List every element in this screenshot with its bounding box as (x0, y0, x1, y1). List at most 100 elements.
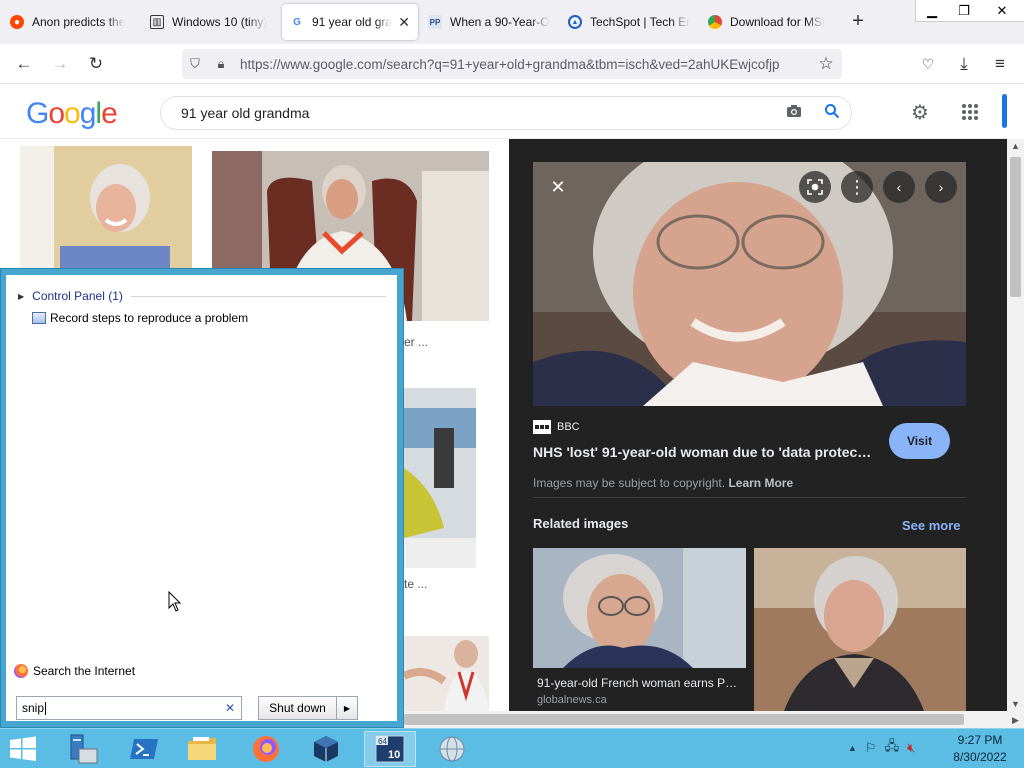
result-image-4[interactable] (404, 636, 489, 711)
pocket-icon[interactable]: ♡ (916, 52, 940, 76)
win10-tiny-vm-icon[interactable]: 64 10 (364, 731, 416, 767)
lens-search-icon[interactable] (799, 171, 831, 203)
download-icon[interactable]: ⤓ (952, 52, 976, 76)
bbc-logo-icon (533, 420, 551, 434)
search-internet-label: Search the Internet (33, 664, 136, 678)
related-image-1[interactable] (533, 548, 746, 668)
reload-icon[interactable]: ↻ (84, 52, 108, 76)
pp-icon: PP (428, 15, 442, 29)
network-globe-icon[interactable] (426, 731, 478, 767)
close-preview-icon[interactable]: ✕ (542, 171, 574, 203)
url-bar[interactable]: ⛉ 🔒︎ https://www.google.com/search?q=91+… (182, 49, 842, 79)
archive-icon: ▥ (150, 15, 164, 29)
steps-recorder-icon (32, 312, 46, 324)
control-panel-group[interactable]: ▶ Control Panel (1) (18, 289, 123, 303)
firefox-icon[interactable] (240, 731, 292, 767)
taskbar: 64 10 ▲ ⚐ 🖧︎ 🔇︎ 9:27 PM 8/30/2022 (0, 728, 1024, 768)
tab-title: When a 90-Year-Old (450, 15, 550, 29)
action-center-flag-icon[interactable]: ⚐ (865, 740, 877, 756)
google-logo[interactable]: Google (26, 97, 118, 131)
virtualbox-icon[interactable] (300, 731, 352, 767)
camera-icon[interactable] (775, 104, 813, 123)
search-icon[interactable] (813, 103, 851, 124)
settings-gear-icon[interactable]: ⚙ (908, 100, 932, 124)
new-tab-icon[interactable]: + (848, 10, 868, 34)
result-caption[interactable]: er ... (404, 335, 428, 349)
bookmark-star-icon[interactable]: ☆ (814, 52, 838, 76)
google-icon: G (293, 16, 301, 28)
tab-google-active[interactable]: G 91 year old grandma ✕ (282, 4, 418, 40)
file-explorer-icon[interactable] (176, 731, 228, 767)
image-preview-panel: ✕ ⋮ ‹ › BBC NHS 'lost' 91-year-old woman… (509, 139, 1007, 711)
search-the-internet-item[interactable]: Search the Internet (14, 664, 135, 678)
previous-image-icon[interactable]: ‹ (883, 171, 915, 203)
tab-techspot[interactable]: ▲ TechSpot | Tech Enthusiast (560, 4, 698, 40)
powershell-icon[interactable] (118, 731, 170, 767)
start-button[interactable] (0, 731, 46, 767)
shut-down-options-icon[interactable]: ▶ (337, 704, 357, 713)
tab-close-icon[interactable]: ✕ (398, 14, 410, 31)
item-label: Record steps to reproduce a problem (50, 311, 249, 325)
start-menu-results: ▶ Control Panel (1) Record steps to repr… (6, 275, 397, 721)
svg-text:10: 10 (388, 749, 400, 761)
next-image-icon[interactable]: › (925, 171, 957, 203)
tab-chrome[interactable]: Download for MSI (700, 4, 838, 40)
result-caption[interactable]: te ... (404, 577, 427, 591)
tab-archive[interactable]: ▥ Windows 10 (tiny) (142, 4, 280, 40)
lock-icon[interactable]: 🔒︎ (208, 56, 234, 72)
horizontal-scrollbar[interactable]: ▶ (402, 711, 1024, 728)
search-value[interactable]: snip (22, 701, 44, 715)
record-steps-item[interactable]: Record steps to reproduce a problem (32, 311, 248, 325)
search-input[interactable]: 91 year old grandma (161, 105, 775, 121)
related-image-caption[interactable]: 91-year-old French woman earns P… (537, 676, 737, 690)
url-text[interactable]: https://www.google.com/search?q=91+year+… (240, 57, 810, 72)
group-label: Control Panel (1) (32, 289, 123, 303)
logo-letter: o (48, 97, 65, 130)
tab-title: Download for MSI (730, 15, 826, 29)
scroll-right-icon[interactable]: ▶ (1007, 713, 1024, 727)
scroll-up-icon[interactable]: ▲ (1007, 139, 1024, 153)
tab-pp[interactable]: PP When a 90-Year-Old (420, 4, 558, 40)
related-image-2[interactable] (754, 548, 966, 711)
volume-muted-icon[interactable]: 🔇︎ (907, 740, 915, 756)
start-search-input[interactable]: snip ✕ (16, 696, 242, 720)
result-image-3[interactable] (404, 388, 476, 568)
preview-source[interactable]: BBC (533, 420, 580, 434)
more-options-icon[interactable]: ⋮ (841, 171, 873, 203)
show-hidden-icons-icon[interactable]: ▲ (848, 743, 857, 753)
techspot-icon: ▲ (568, 15, 582, 29)
taskbar-clock[interactable]: 9:27 PM 8/30/2022 (940, 732, 1020, 766)
network-icon[interactable]: 🖧︎ (885, 737, 900, 759)
account-button-edge[interactable] (1002, 94, 1007, 128)
apps-grid-icon[interactable] (958, 100, 982, 124)
result-image-1[interactable] (20, 146, 192, 268)
menu-icon[interactable]: ≡ (988, 52, 1012, 76)
system-tray: ▲ ⚐ 🖧︎ 🔇︎ (848, 737, 915, 759)
see-more-link[interactable]: See more (902, 518, 961, 533)
logo-letter: g (79, 97, 97, 130)
shut-down-button[interactable]: Shut down ▶ (258, 696, 358, 720)
start-menu: ▶ Control Panel (1) Record steps to repr… (0, 268, 404, 728)
tab-reddit[interactable]: ● Anon predicts the (2, 4, 140, 40)
search-box[interactable]: 91 year old grandma (160, 96, 852, 130)
shield-icon[interactable]: ⛉ (182, 56, 208, 72)
visit-button[interactable]: Visit (889, 423, 950, 459)
back-icon[interactable]: ← (12, 52, 36, 76)
vertical-scrollbar[interactable]: ▲ ▼ (1007, 139, 1024, 711)
minimize-icon[interactable]: ▁ (916, 0, 948, 22)
clock-date: 8/30/2022 (953, 750, 1007, 764)
learn-more-link[interactable]: Learn More (728, 476, 793, 490)
preview-title-link[interactable]: NHS 'lost' 91-year-old woman due to 'dat… (533, 444, 878, 460)
restore-icon[interactable]: ❐ (948, 0, 980, 22)
source-name: BBC (557, 421, 580, 433)
scrollbar-thumb[interactable] (1010, 157, 1021, 297)
clear-search-icon[interactable]: ✕ (225, 701, 235, 715)
reddit-icon: ● (10, 15, 24, 29)
forward-icon[interactable]: → (48, 52, 72, 76)
shut-down-label[interactable]: Shut down (259, 697, 337, 719)
scroll-down-icon[interactable]: ▼ (1007, 697, 1024, 711)
close-window-icon[interactable]: ✕ (980, 0, 1024, 22)
server-manager-icon[interactable] (56, 731, 108, 767)
scrollbar-thumb[interactable] (404, 714, 964, 725)
expand-triangle-icon[interactable]: ▶ (18, 292, 24, 301)
